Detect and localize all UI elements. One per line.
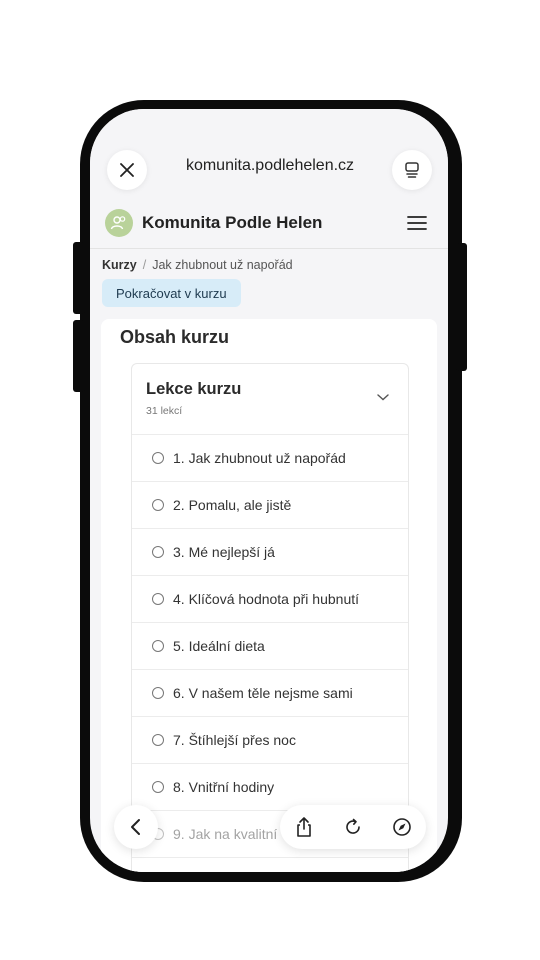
lessons-accordion-header[interactable]: Lekce kurzu 31 lekcí bbox=[132, 364, 408, 435]
breadcrumb-home-link[interactable]: Kurzy bbox=[102, 258, 137, 272]
lesson-item[interactable]: 7. Štíhlejší přes noc bbox=[132, 717, 408, 764]
lesson-status-circle bbox=[152, 499, 164, 511]
breadcrumb-separator: / bbox=[142, 258, 147, 272]
close-button[interactable] bbox=[107, 150, 147, 190]
lesson-status-circle bbox=[152, 687, 164, 699]
lessons-title: Lekce kurzu bbox=[146, 380, 242, 398]
tab-overview-button[interactable] bbox=[392, 150, 432, 190]
volume-down-button bbox=[73, 320, 85, 392]
lessons-count: 31 lekcí bbox=[146, 405, 183, 417]
lesson-label: 3. Mé nejlepší já bbox=[173, 544, 275, 560]
share-button[interactable] bbox=[292, 815, 316, 839]
phone-screen: komunita.podlehelen.cz Komunita Podle He… bbox=[90, 109, 448, 872]
lesson-label: 4. Klíčová hodnota při hubnutí bbox=[173, 591, 360, 607]
chevron-down-icon bbox=[377, 394, 389, 401]
lesson-label: 8. Vnitřní hodiny bbox=[173, 779, 275, 795]
browser-actions-pill bbox=[280, 805, 426, 849]
lesson-status-circle bbox=[152, 593, 164, 605]
close-icon bbox=[120, 163, 134, 177]
compass-icon bbox=[393, 818, 411, 836]
lesson-label: 2. Pomalu, ale jistě bbox=[173, 497, 292, 513]
community-avatar-icon[interactable] bbox=[105, 209, 133, 237]
lesson-item[interactable]: 1. Jak zhubnout už napořád bbox=[132, 435, 408, 482]
lesson-label: 5. Ideální dieta bbox=[173, 638, 265, 654]
lesson-item[interactable]: 5. Ideální dieta bbox=[132, 623, 408, 670]
reload-icon bbox=[346, 818, 360, 834]
back-button[interactable] bbox=[114, 805, 158, 849]
continue-course-button[interactable]: Pokračovat v kurzu bbox=[102, 279, 241, 307]
breadcrumb: Kurzy / Jak zhubnout už napořád bbox=[102, 258, 293, 272]
volume-up-button bbox=[73, 242, 85, 314]
lesson-label: 9. Jak na kvalitní bbox=[173, 826, 278, 842]
course-content-title: Obsah kurzu bbox=[120, 327, 230, 347]
lesson-status-circle bbox=[152, 546, 164, 558]
compass-button[interactable] bbox=[390, 815, 414, 839]
site-header: Komunita Podle Helen bbox=[90, 199, 448, 247]
header-divider bbox=[90, 248, 448, 249]
lesson-label: 6. V našem těle nejsme sami bbox=[173, 685, 353, 701]
lesson-item[interactable]: 8. Vnitřní hodiny bbox=[132, 764, 408, 811]
breadcrumb-current: Jak zhubnout už napořád bbox=[152, 258, 293, 272]
power-button bbox=[456, 243, 467, 371]
share-icon bbox=[297, 817, 311, 837]
reload-button[interactable] bbox=[341, 815, 365, 839]
browser-url[interactable]: komunita.podlehelen.cz bbox=[150, 157, 390, 175]
lesson-item[interactable]: 4. Klíčová hodnota při hubnutí bbox=[132, 576, 408, 623]
chevron-left-icon bbox=[131, 819, 140, 835]
lesson-item[interactable]: 6. V našem těle nejsme sami bbox=[132, 670, 408, 717]
lesson-item[interactable]: 2. Pomalu, ale jistě bbox=[132, 482, 408, 529]
lesson-status-circle bbox=[152, 734, 164, 746]
lesson-label: 1. Jak zhubnout už napořád bbox=[173, 450, 346, 466]
tab-overview-icon bbox=[405, 162, 419, 178]
lesson-status-circle bbox=[152, 640, 164, 652]
lesson-status-circle bbox=[152, 781, 164, 793]
hamburger-menu-icon[interactable] bbox=[406, 213, 428, 233]
lesson-label: 7. Štíhlejší přes noc bbox=[173, 732, 296, 748]
lesson-status-circle bbox=[152, 452, 164, 464]
lessons-accordion: Lekce kurzu 31 lekcí 1. Jak zhubnout už … bbox=[131, 363, 409, 872]
lesson-item[interactable]: 3. Mé nejlepší já bbox=[132, 529, 408, 576]
site-title[interactable]: Komunita Podle Helen bbox=[142, 213, 322, 233]
